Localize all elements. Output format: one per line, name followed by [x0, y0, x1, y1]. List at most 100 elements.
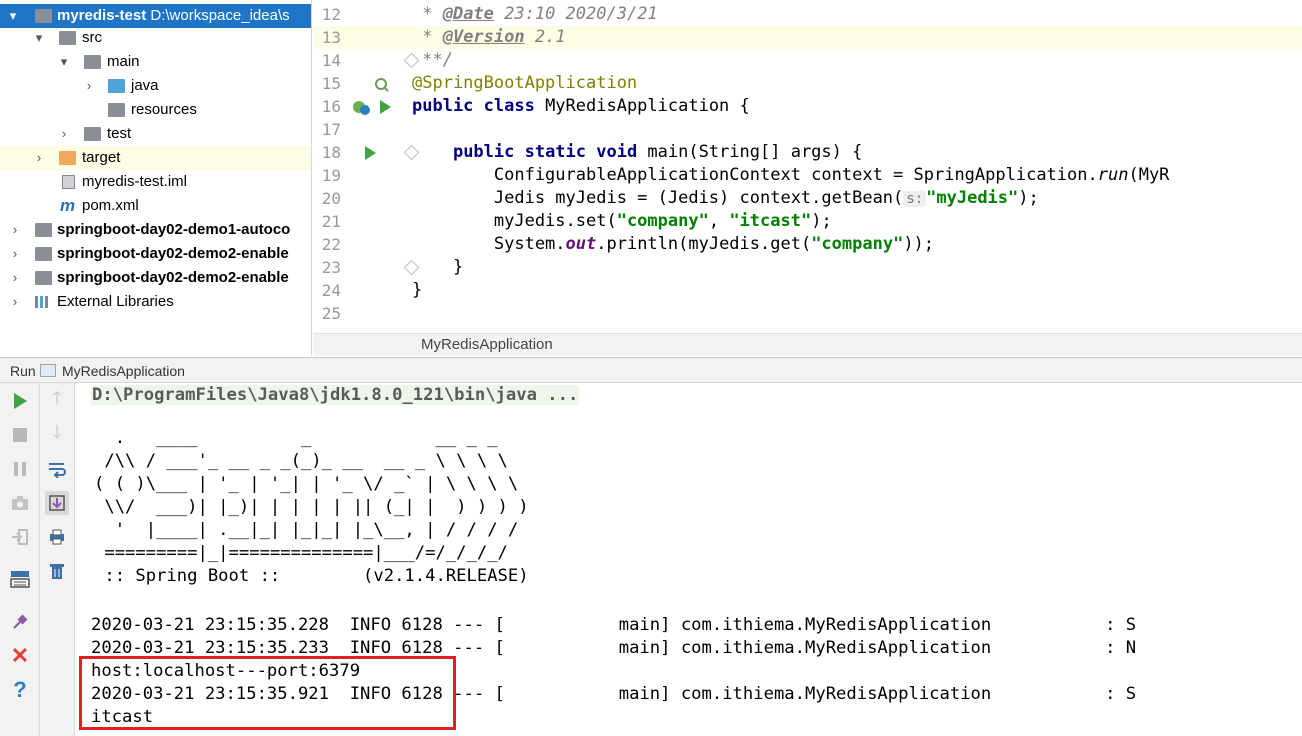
- exit-icon: [12, 529, 28, 545]
- play-icon: [13, 393, 27, 409]
- chevron-right-icon[interactable]: ›: [82, 74, 96, 98]
- tree-item-src[interactable]: ▾ src: [0, 26, 311, 50]
- excluded-folder-icon: [59, 151, 76, 165]
- iml-file-icon: [62, 175, 75, 189]
- scroll-to-end-button[interactable]: [45, 491, 69, 515]
- line-number: 24: [321, 281, 341, 300]
- chevron-down-icon[interactable]: ▾: [6, 4, 20, 28]
- folder-icon: [84, 55, 101, 69]
- code-line: **/: [412, 50, 453, 70]
- line-number: 13: [313, 26, 412, 49]
- line-number: 20: [321, 189, 341, 208]
- chevron-right-icon[interactable]: ›: [8, 266, 22, 290]
- editor-gutter: 12 13 14 15 16 17 18 19 20 21 22 23 24 2…: [313, 0, 420, 333]
- chevron-right-icon[interactable]: ›: [8, 290, 22, 314]
- code-line: public static void main(String[] args) {: [452, 142, 863, 162]
- arrow-down-icon[interactable]: 🡓: [45, 422, 69, 447]
- code-line: public class MyRedisApplication {: [412, 96, 750, 116]
- tree-item-external-libraries[interactable]: › External Libraries: [0, 290, 311, 314]
- run-toolbar-primary: ✕ ?: [0, 383, 40, 736]
- run-class-icon[interactable]: [380, 100, 391, 114]
- parameter-hint: s:: [903, 191, 927, 207]
- line-number: 18: [321, 143, 341, 162]
- tree-item-label: springboot-day02-demo2-enable: [57, 245, 289, 262]
- print-button[interactable]: [45, 525, 69, 549]
- line-number: 22: [321, 235, 341, 254]
- line-number: 15: [321, 74, 341, 93]
- tree-item-java[interactable]: › java: [0, 74, 311, 98]
- chevron-right-icon[interactable]: ›: [57, 122, 71, 146]
- project-name: myredis-test: [57, 7, 147, 24]
- chevron-down-icon[interactable]: ▾: [57, 50, 71, 74]
- tree-item-label: springboot-day02-demo1-autoco: [57, 221, 291, 238]
- code-line: myJedis.set("company", "itcast");: [412, 211, 832, 231]
- java-command[interactable]: D:\ProgramFiles\Java8\jdk1.8.0_121\bin\j…: [91, 385, 580, 405]
- line-number: 12: [321, 5, 341, 24]
- libraries-icon: [34, 295, 51, 309]
- code-line: }: [412, 280, 423, 300]
- pin-icon: [13, 614, 28, 629]
- chevron-right-icon[interactable]: ›: [32, 146, 46, 170]
- run-config-icon: [40, 364, 56, 377]
- chevron-down-icon[interactable]: ▾: [32, 26, 46, 50]
- tree-item-module[interactable]: › springboot-day02-demo2-enable: [0, 266, 311, 290]
- resources-folder-icon: [108, 103, 125, 117]
- chevron-right-icon[interactable]: ›: [8, 218, 22, 242]
- clear-all-button[interactable]: [45, 559, 69, 583]
- tree-item-label: myredis-test.iml: [82, 173, 188, 190]
- dump-threads-button[interactable]: [8, 491, 32, 515]
- editor-breadcrumb[interactable]: MyRedisApplication: [313, 333, 1302, 356]
- code-line-current: * @Version 2.1: [412, 26, 1302, 49]
- tree-item-resources[interactable]: resources: [0, 98, 311, 122]
- code-editor[interactable]: 12 13 14 15 16 17 18 19 20 21 22 23 24 2…: [313, 0, 1302, 333]
- rerun-button[interactable]: [8, 389, 32, 413]
- pin-tab-button[interactable]: [8, 610, 32, 634]
- tree-item-project-root[interactable]: ▾ myredis-test D:\workspace_idea\s: [0, 4, 311, 28]
- pause-button[interactable]: [8, 457, 32, 481]
- layout-icon: [10, 571, 30, 588]
- soft-wrap-button[interactable]: [45, 457, 69, 481]
- project-path: D:\workspace_idea\s: [150, 7, 290, 24]
- tree-item-module[interactable]: › springboot-day02-demo2-enable: [0, 242, 311, 266]
- tree-item-label: main: [107, 53, 140, 70]
- tree-item-label: src: [82, 29, 102, 46]
- run-main-icon[interactable]: [365, 146, 376, 160]
- tree-item-target[interactable]: › target: [0, 146, 311, 170]
- module-folder-icon: [35, 271, 52, 285]
- project-tree: ▾ myredis-test D:\workspace_idea\s ▾ src…: [0, 0, 312, 356]
- trash-icon: [50, 564, 64, 579]
- layout-button[interactable]: [8, 567, 32, 591]
- tree-item-label: External Libraries: [57, 293, 174, 310]
- module-folder-icon: [35, 247, 52, 261]
- camera-icon: [12, 496, 28, 510]
- tree-item-test[interactable]: › test: [0, 122, 311, 146]
- chevron-right-icon[interactable]: ›: [8, 242, 22, 266]
- tree-item-module[interactable]: › springboot-day02-demo1-autoco: [0, 218, 311, 242]
- pause-icon: [14, 462, 26, 476]
- module-folder-icon: [35, 223, 52, 237]
- arrow-up-icon[interactable]: 🡑: [45, 388, 69, 413]
- folder-icon: [59, 31, 76, 45]
- tree-item-iml[interactable]: myredis-test.iml: [0, 170, 311, 194]
- tree-item-main[interactable]: ▾ main: [0, 50, 311, 74]
- tree-item-pom[interactable]: m pom.xml: [0, 194, 311, 218]
- stop-button[interactable]: [8, 423, 32, 447]
- exit-button[interactable]: [8, 525, 32, 549]
- line-number: 23: [321, 258, 341, 277]
- code-line: @SpringBootApplication: [412, 73, 638, 93]
- maven-icon: m: [60, 196, 76, 215]
- run-panel-header: Run MyRedisApplication: [0, 357, 1302, 383]
- console-command-line: D:\ProgramFiles\Java8\jdk1.8.0_121\bin\j…: [91, 384, 580, 407]
- help-icon[interactable]: ?: [8, 677, 32, 702]
- close-icon[interactable]: ✕: [8, 643, 32, 668]
- code-line: }: [412, 257, 464, 277]
- spring-boot-icon[interactable]: [351, 99, 373, 122]
- breadcrumb-label[interactable]: MyRedisApplication: [421, 336, 553, 353]
- tree-item-label: pom.xml: [82, 197, 139, 214]
- print-icon: [50, 529, 64, 545]
- spring-bean-icon[interactable]: [374, 77, 390, 98]
- code-line: System.out.println(myJedis.get("company"…: [412, 234, 935, 254]
- run-tab-title[interactable]: MyRedisApplication: [62, 363, 185, 379]
